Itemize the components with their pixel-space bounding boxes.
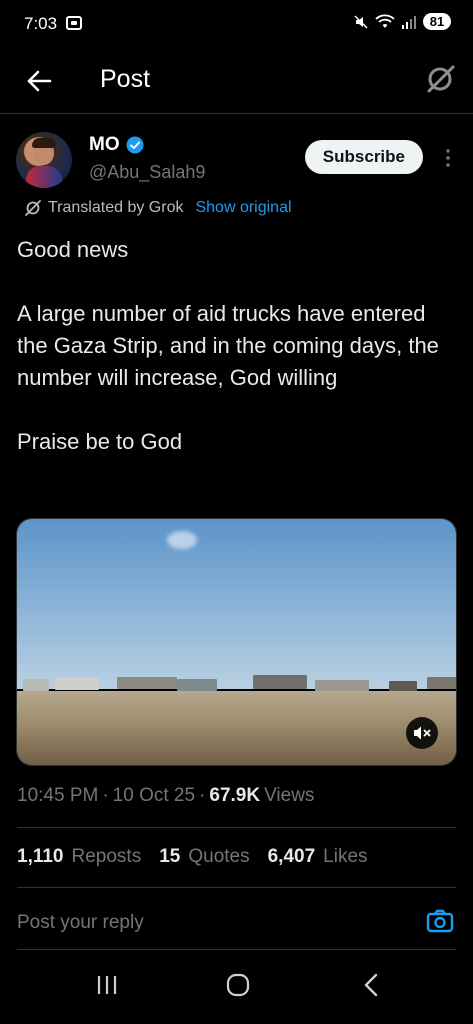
reply-composer[interactable]: Post your reply: [17, 898, 456, 950]
recents-icon[interactable]: [95, 974, 119, 996]
meta-separator: ·: [199, 785, 206, 806]
verified-icon: [126, 136, 144, 154]
nav-back-icon[interactable]: [360, 972, 382, 998]
tweet-text: Good news A large number of aid trucks h…: [17, 234, 457, 458]
views-label[interactable]: Views: [264, 785, 314, 807]
status-time: 7:03: [24, 14, 58, 33]
screen-record-icon: [66, 16, 82, 30]
muted-speaker-icon[interactable]: [406, 717, 438, 749]
post-time: 10:45 PM: [17, 785, 99, 806]
tweet-paragraph: A large number of aid trucks have entere…: [17, 301, 439, 390]
grok-translate-icon: [25, 200, 41, 216]
divider: [17, 887, 456, 888]
video-sky: [17, 519, 456, 689]
reposts-count[interactable]: 1,110: [17, 846, 64, 868]
translation-row: Translated by Grok Show original: [24, 199, 292, 217]
mute-status-icon: [354, 14, 368, 29]
signal-icon: [402, 15, 416, 29]
tweet-paragraph: Good news: [17, 237, 129, 262]
quotes-count[interactable]: 15: [159, 846, 180, 868]
author-row: MO @Abu_Salah9 Subscribe: [16, 130, 457, 194]
author-name-line: MO: [89, 134, 144, 156]
quotes-label[interactable]: Quotes: [188, 846, 249, 868]
video-cloud: [167, 531, 197, 549]
wifi-icon: [375, 14, 395, 28]
camera-icon[interactable]: [426, 908, 454, 934]
android-nav-bar: [0, 958, 473, 1024]
back-arrow-icon[interactable]: [24, 66, 54, 96]
likes-count[interactable]: 6,407: [268, 846, 316, 868]
subscribe-button[interactable]: Subscribe: [304, 140, 423, 174]
show-original-link[interactable]: Show original: [195, 199, 291, 217]
more-vertical-icon[interactable]: [445, 148, 451, 168]
status-icons: 81: [353, 13, 451, 30]
avatar-shirt: [26, 166, 62, 188]
author-name[interactable]: MO: [89, 134, 120, 156]
home-icon[interactable]: [225, 972, 251, 998]
author-handle[interactable]: @Abu_Salah9: [89, 162, 205, 183]
views-count[interactable]: 67.9K: [209, 785, 260, 807]
translated-label: Translated by Grok: [48, 199, 184, 216]
battery-level: 81: [423, 13, 451, 30]
status-bar: 7:03 81: [0, 0, 473, 48]
likes-label[interactable]: Likes: [323, 846, 367, 868]
avatar-hair: [32, 138, 56, 148]
header: Post: [0, 48, 473, 114]
grok-icon[interactable]: [423, 62, 457, 96]
divider: [17, 827, 456, 828]
post-meta: 10:45 PM · 10 Oct 25 · 67.9K Views: [17, 785, 314, 807]
reply-input[interactable]: Post your reply: [17, 912, 144, 934]
tweet-paragraph: Praise be to God: [17, 429, 183, 454]
page-title: Post: [100, 65, 151, 93]
tweet-video[interactable]: [16, 518, 457, 766]
engagement-stats: 1,110 Reposts 15 Quotes 6,407 Likes: [17, 846, 386, 868]
avatar[interactable]: [16, 132, 72, 188]
video-ground: [17, 691, 456, 765]
meta-separator: ·: [102, 785, 109, 806]
post-date: 10 Oct 25: [112, 785, 196, 806]
reposts-label[interactable]: Reposts: [72, 846, 142, 868]
